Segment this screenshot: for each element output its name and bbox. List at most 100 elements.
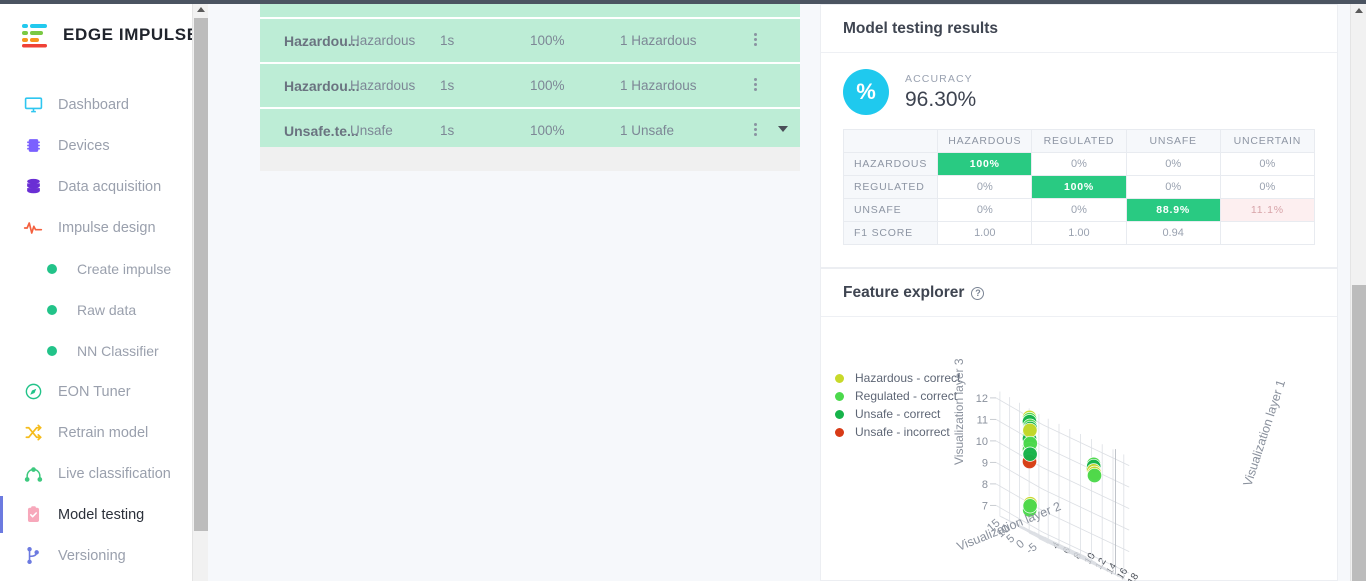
question-icon[interactable]: ? [971, 287, 984, 300]
table-row[interactable]: Hazardou... Hazardous 1s 100% 1 Hazardou… [260, 18, 800, 63]
table-footer [260, 147, 800, 171]
sidebar-item-eon-tuner[interactable]: EON Tuner [0, 371, 208, 412]
sample-name: Hazardou... [260, 63, 350, 108]
matrix-cell [1220, 222, 1314, 245]
brand-name: EDGE IMPULSE [63, 25, 199, 45]
svg-text:Visualization layer 1: Visualization layer 1 [1241, 378, 1289, 488]
page-scrollbar-thumb[interactable] [1352, 285, 1366, 581]
sidebar-item-create-impulse[interactable]: Create impulse [0, 248, 208, 289]
matrix-cell: 100% [938, 153, 1032, 176]
matrix-row: UNSAFE 0% 0% 88.9% 11.1% [844, 199, 1315, 222]
svg-text:10: 10 [976, 436, 988, 448]
sidebar-item-label: Devices [58, 138, 110, 154]
results-region: Model testing results % ACCURACY 96.30% … [820, 0, 1366, 581]
svg-text:Visualization layer 3: Visualization layer 3 [952, 358, 966, 465]
svg-text:9: 9 [982, 457, 988, 469]
clipboard-check-icon [22, 504, 44, 526]
matrix-row-f1: F1 SCORE 1.00 1.00 0.94 [844, 222, 1315, 245]
matrix-cell: 88.9% [1126, 199, 1220, 222]
matrix-cell: 0% [1032, 199, 1126, 222]
sidebar-item-label: Data acquisition [58, 179, 161, 195]
matrix-row-label: UNSAFE [844, 199, 938, 222]
sidebar-item-versioning[interactable]: Versioning [0, 535, 208, 576]
database-icon [22, 176, 44, 198]
sidebar-item-raw-data[interactable]: Raw data [0, 289, 208, 330]
sidebar-item-label: EON Tuner [58, 384, 131, 400]
sidebar-item-model-testing[interactable]: Model testing [0, 494, 208, 535]
svg-text:Visualization layer 2: Visualization layer 2 [955, 499, 1063, 554]
svg-text:12: 12 [976, 393, 988, 405]
model-testing-results-card: Model testing results % ACCURACY 96.30% … [820, 4, 1338, 268]
sample-name: Hazardou... [260, 18, 350, 63]
dot-icon [46, 258, 58, 280]
accuracy-value: 96.30% [905, 88, 976, 112]
row-menu-cell[interactable] [710, 18, 800, 63]
table-row[interactable]: Hazardou... Hazardous 1s 100% 1 Hazardou… [260, 63, 800, 108]
sidebar-item-label: Versioning [58, 548, 126, 564]
matrix-cell: 0% [1220, 153, 1314, 176]
feature-explorer-3d-scatter[interactable]: 789101112151050-54681012141618Visualizat… [941, 339, 1341, 581]
matrix-row-label: HAZARDOUS [844, 153, 938, 176]
sidebar-item-label: Create impulse [77, 261, 171, 277]
page-title: Model testing results [821, 5, 1337, 53]
matrix-col-regulated: REGULATED [1032, 130, 1126, 153]
sidebar-item-data-acquisition[interactable]: Data acquisition [0, 166, 208, 207]
legend-label: Unsafe - incorrect [855, 425, 950, 439]
sidebar-scrollbar-thumb[interactable] [194, 18, 208, 531]
matrix-corner [844, 130, 938, 153]
svg-text:11: 11 [977, 414, 988, 426]
chevron-down-icon[interactable] [778, 126, 788, 132]
sidebar-item-label: Model testing [58, 507, 144, 523]
sidebar-item-retrain-model[interactable]: Retrain model [0, 412, 208, 453]
sidebar-item-label: NN Classifier [77, 343, 159, 359]
dot-icon [46, 340, 58, 362]
svg-text:7: 7 [982, 500, 988, 512]
sidebar-item-devices[interactable]: Devices [0, 125, 208, 166]
legend-swatch-icon [835, 374, 844, 383]
page-scrollbar[interactable] [1350, 4, 1366, 581]
matrix-header-row: HAZARDOUS REGULATED UNSAFE UNCERTAIN [844, 130, 1315, 153]
top-strip [0, 0, 1366, 4]
compass-icon [22, 381, 44, 403]
legend-swatch-icon [835, 428, 844, 437]
sidebar-item-impulse-design[interactable]: Impulse design [0, 207, 208, 248]
monitor-icon [22, 94, 44, 116]
dot-icon [46, 299, 58, 321]
matrix-cell: 0.94 [1126, 222, 1220, 245]
expected-label: Hazardous [350, 18, 440, 63]
scroll-up-arrow-icon[interactable] [197, 7, 205, 12]
matrix-cell: 11.1% [1220, 199, 1314, 222]
sidebar-item-dashboard[interactable]: Dashboard [0, 84, 208, 125]
branch-icon [22, 545, 44, 567]
sidebar-item-nn-classifier[interactable]: NN Classifier [0, 330, 208, 371]
feature-explorer-body: Hazardous - correct Regulated - correct … [821, 317, 1337, 567]
matrix-row-label: F1 SCORE [844, 222, 938, 245]
sample-result: 1 Hazardous [620, 18, 710, 63]
table-row-partial [260, 4, 800, 18]
row-menu-icon[interactable] [754, 31, 757, 48]
brand-logo[interactable]: EDGE IMPULSE [0, 4, 208, 48]
row-menu-icon[interactable] [754, 76, 757, 93]
svg-text:8: 8 [982, 479, 988, 491]
matrix-cell: 1.00 [938, 222, 1032, 245]
row-menu-icon[interactable] [754, 121, 757, 138]
matrix-cell: 0% [1126, 176, 1220, 199]
sidebar-item-live-classification[interactable]: Live classification [0, 453, 208, 494]
confusion-matrix: HAZARDOUS REGULATED UNSAFE UNCERTAIN HAZ… [843, 129, 1315, 245]
chip-icon [22, 135, 44, 157]
legend-swatch-icon [835, 410, 844, 419]
row-menu-cell[interactable] [710, 63, 800, 108]
sidebar-item-label: Live classification [58, 466, 171, 482]
arch-icon [22, 463, 44, 485]
app-root: EDGE IMPULSE Dashboard Devices [0, 0, 1366, 581]
matrix-cell: 0% [1032, 153, 1126, 176]
matrix-cell: 0% [1220, 176, 1314, 199]
sidebar-scrollbar[interactable] [192, 4, 208, 581]
sample-accuracy: 100% [530, 63, 620, 108]
scroll-up-arrow-icon[interactable] [1355, 8, 1363, 13]
sample-result: 1 Hazardous [620, 63, 710, 108]
sample-accuracy: 100% [530, 18, 620, 63]
sample-length: 1s [440, 63, 530, 108]
pulse-icon [22, 217, 44, 239]
matrix-row: HAZARDOUS 100% 0% 0% 0% [844, 153, 1315, 176]
